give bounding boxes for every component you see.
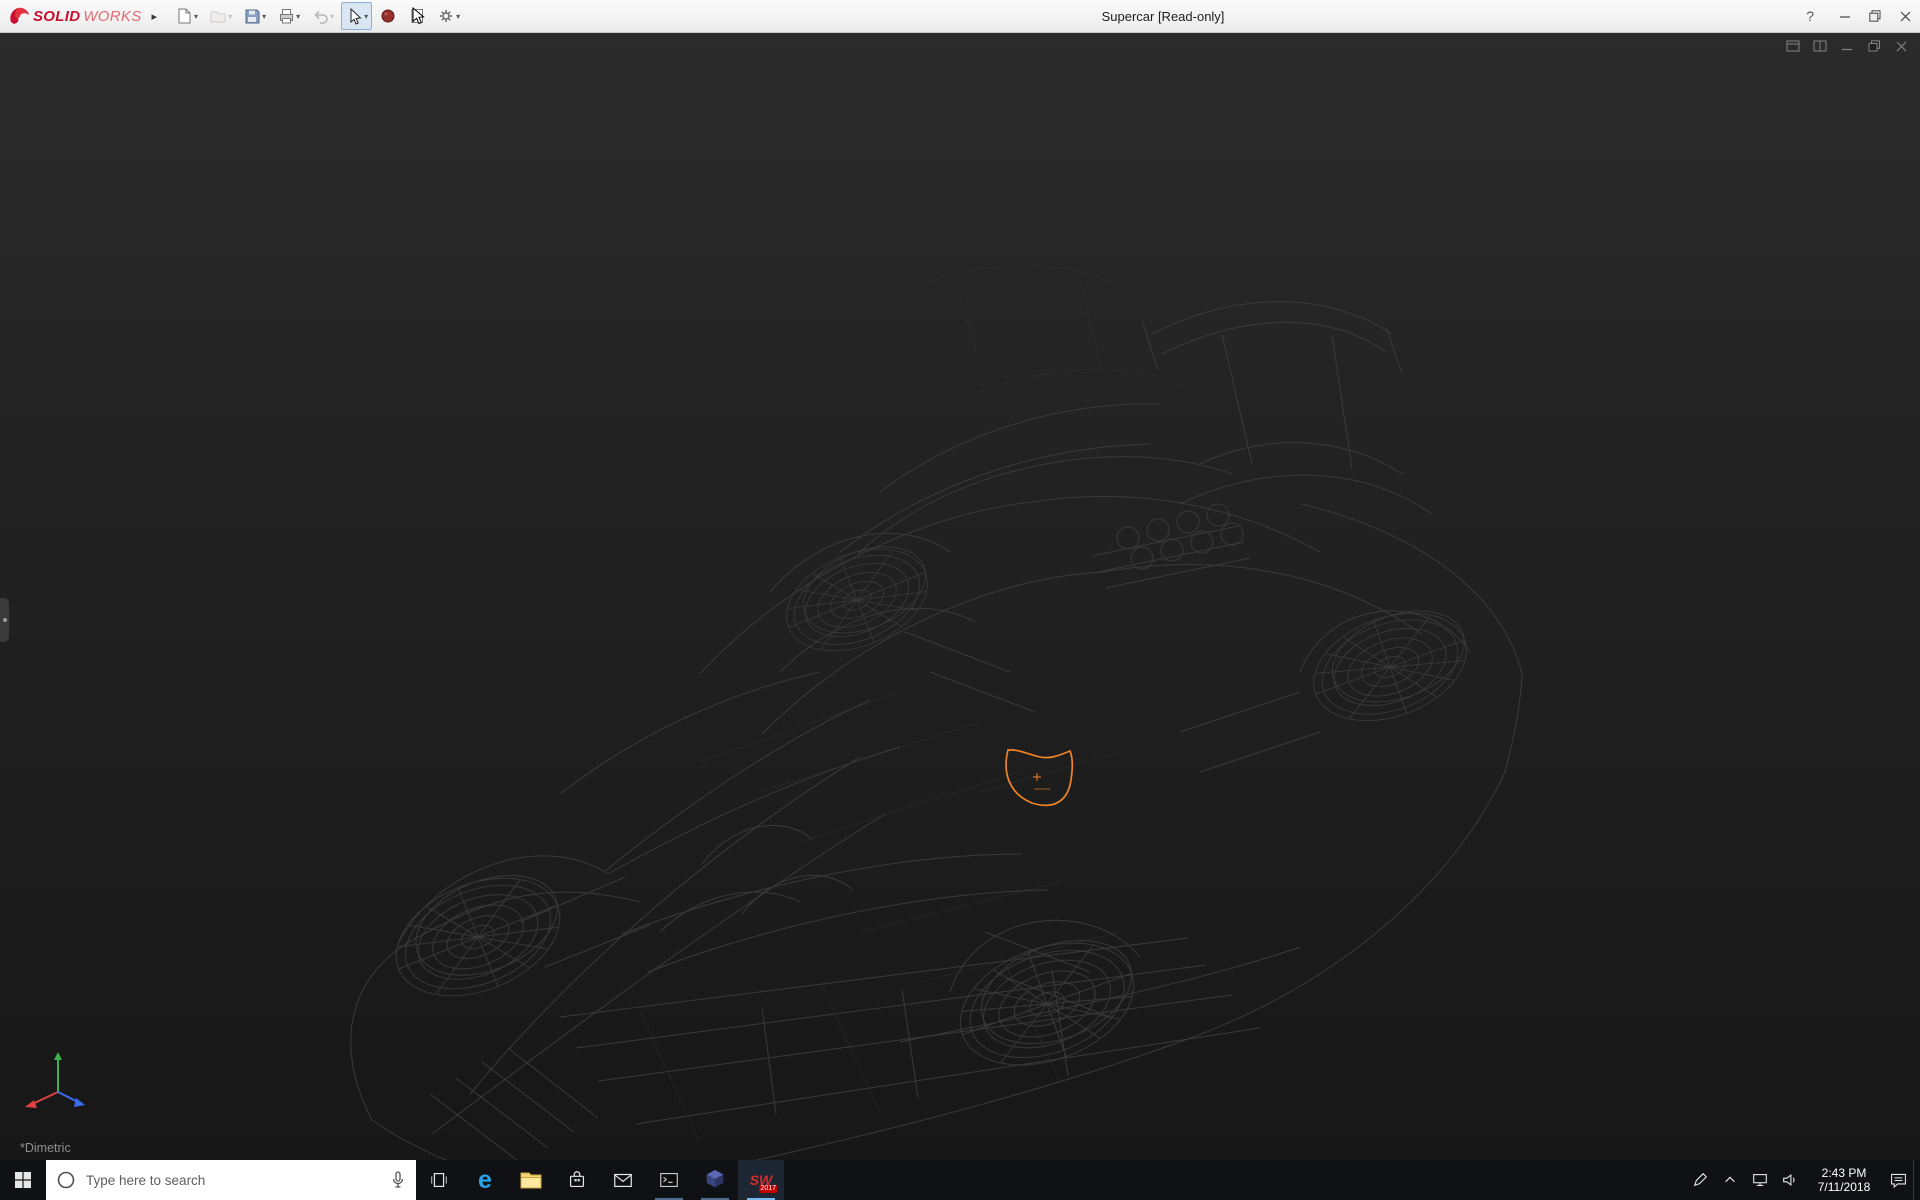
undo-dropdown[interactable]: ▾: [330, 12, 334, 21]
network-button[interactable]: [1745, 1160, 1775, 1200]
file-properties-icon: [408, 7, 426, 25]
solidworks-logo[interactable]: SOLIDWORKS: [0, 6, 146, 26]
undo-button[interactable]: ▾: [307, 2, 338, 30]
undo-icon: [311, 7, 329, 25]
document-window-controls: [1784, 38, 1910, 54]
close-button[interactable]: [1890, 0, 1920, 32]
cortana-icon: [56, 1170, 76, 1190]
open-document-button[interactable]: ▾: [205, 2, 236, 30]
taskbar-search[interactable]: [46, 1160, 416, 1200]
clock-time: 2:43 PM: [1805, 1166, 1883, 1180]
ethernet-icon: [1751, 1171, 1769, 1189]
task-view-button[interactable]: [416, 1160, 462, 1200]
speaker-icon: [1781, 1171, 1799, 1189]
open-document-icon: [209, 7, 227, 25]
options-dropdown[interactable]: ▾: [456, 12, 460, 21]
car-wireframe: [0, 32, 1920, 1160]
windows-ink-button[interactable]: [1685, 1160, 1715, 1200]
select-cursor-icon: [345, 7, 363, 25]
brand-works: WORKS: [83, 8, 141, 25]
store-icon: [566, 1169, 588, 1191]
clock-date: 7/11/2018: [1805, 1180, 1883, 1194]
solidworks-menubar: SOLIDWORKS ▸ ▾ ▾: [0, 0, 1920, 33]
new-document-button[interactable]: ▾: [171, 2, 202, 30]
open-document-dropdown[interactable]: ▾: [228, 12, 232, 21]
minimize-button[interactable]: [1830, 0, 1860, 32]
windows-logo-icon: [14, 1171, 32, 1189]
options-button[interactable]: ▾: [433, 2, 464, 30]
file-properties-button[interactable]: [404, 2, 430, 30]
show-desktop-button[interactable]: [1913, 1160, 1920, 1200]
edge-icon: e: [478, 1168, 492, 1193]
select-dropdown[interactable]: ▾: [364, 12, 368, 21]
rebuild-icon: [379, 7, 397, 25]
sw-year-badge: 2017: [759, 1185, 777, 1193]
view-orientation-label: *Dimetric: [20, 1141, 71, 1155]
new-document-icon: [175, 7, 193, 25]
doc-pane-icon[interactable]: [1784, 38, 1802, 54]
doc-restore-icon[interactable]: [1865, 38, 1883, 54]
print-icon: [277, 7, 295, 25]
reference-triad-icon: [16, 1040, 100, 1118]
solidworks-2017-icon: SW 2017: [745, 1165, 777, 1195]
start-button[interactable]: [0, 1160, 46, 1200]
quick-access-toolbar: ▾ ▾ ▾: [171, 2, 464, 30]
restore-button[interactable]: [1860, 0, 1890, 32]
console-button[interactable]: [646, 1160, 692, 1200]
mail-button[interactable]: [600, 1160, 646, 1200]
brand-solid: SOLID: [33, 8, 80, 25]
edge-button[interactable]: e: [462, 1160, 508, 1200]
new-document-dropdown[interactable]: ▾: [194, 12, 198, 21]
task-view-icon: [428, 1169, 450, 1191]
system-tray: 2:43 PM 7/11/2018: [1685, 1160, 1920, 1200]
file-explorer-icon: [519, 1169, 543, 1191]
window-controls: ?: [1790, 0, 1920, 32]
doc-split-icon[interactable]: [1811, 38, 1829, 54]
feature-panel-handle[interactable]: [0, 598, 9, 642]
microphone-icon[interactable]: [390, 1170, 406, 1190]
chevron-up-icon: [1723, 1173, 1737, 1187]
volume-button[interactable]: [1775, 1160, 1805, 1200]
windows-taskbar: e: [0, 1160, 1920, 1200]
cad-cube-button[interactable]: [692, 1160, 738, 1200]
cad-cube-icon: [704, 1168, 726, 1192]
action-center-button[interactable]: [1883, 1160, 1913, 1200]
notification-bubble-icon: [1889, 1171, 1908, 1190]
menu-flyout-arrow[interactable]: ▸: [146, 10, 168, 23]
mail-icon: [612, 1169, 634, 1191]
print-dropdown[interactable]: ▾: [296, 12, 300, 21]
solidworks-2017-button[interactable]: SW 2017: [738, 1160, 784, 1200]
document-title: Supercar [Read-only]: [1102, 9, 1225, 24]
doc-minimize-icon[interactable]: [1838, 38, 1856, 54]
solidworks-logo-icon: [8, 6, 30, 26]
taskbar-clock[interactable]: 2:43 PM 7/11/2018: [1805, 1166, 1883, 1194]
options-gear-icon: [437, 7, 455, 25]
pen-icon: [1691, 1171, 1709, 1189]
help-button[interactable]: ?: [1790, 8, 1830, 24]
save-button[interactable]: ▾: [239, 2, 270, 30]
hidden-icons-button[interactable]: [1715, 1160, 1745, 1200]
store-button[interactable]: [554, 1160, 600, 1200]
print-button[interactable]: ▾: [273, 2, 304, 30]
select-button[interactable]: ▾: [341, 2, 372, 30]
doc-close-icon[interactable]: [1892, 38, 1910, 54]
search-input[interactable]: [84, 1172, 382, 1189]
rebuild-button[interactable]: [375, 2, 401, 30]
desktop: SOLIDWORKS ▸ ▾ ▾: [0, 0, 1920, 1200]
console-icon: [658, 1169, 680, 1191]
handle-dot-icon: [3, 618, 7, 622]
selected-sketch-highlight[interactable]: [1006, 750, 1072, 805]
save-dropdown[interactable]: ▾: [262, 12, 266, 21]
graphics-area[interactable]: *Dimetric: [0, 32, 1920, 1160]
save-icon: [243, 7, 261, 25]
file-explorer-button[interactable]: [508, 1160, 554, 1200]
